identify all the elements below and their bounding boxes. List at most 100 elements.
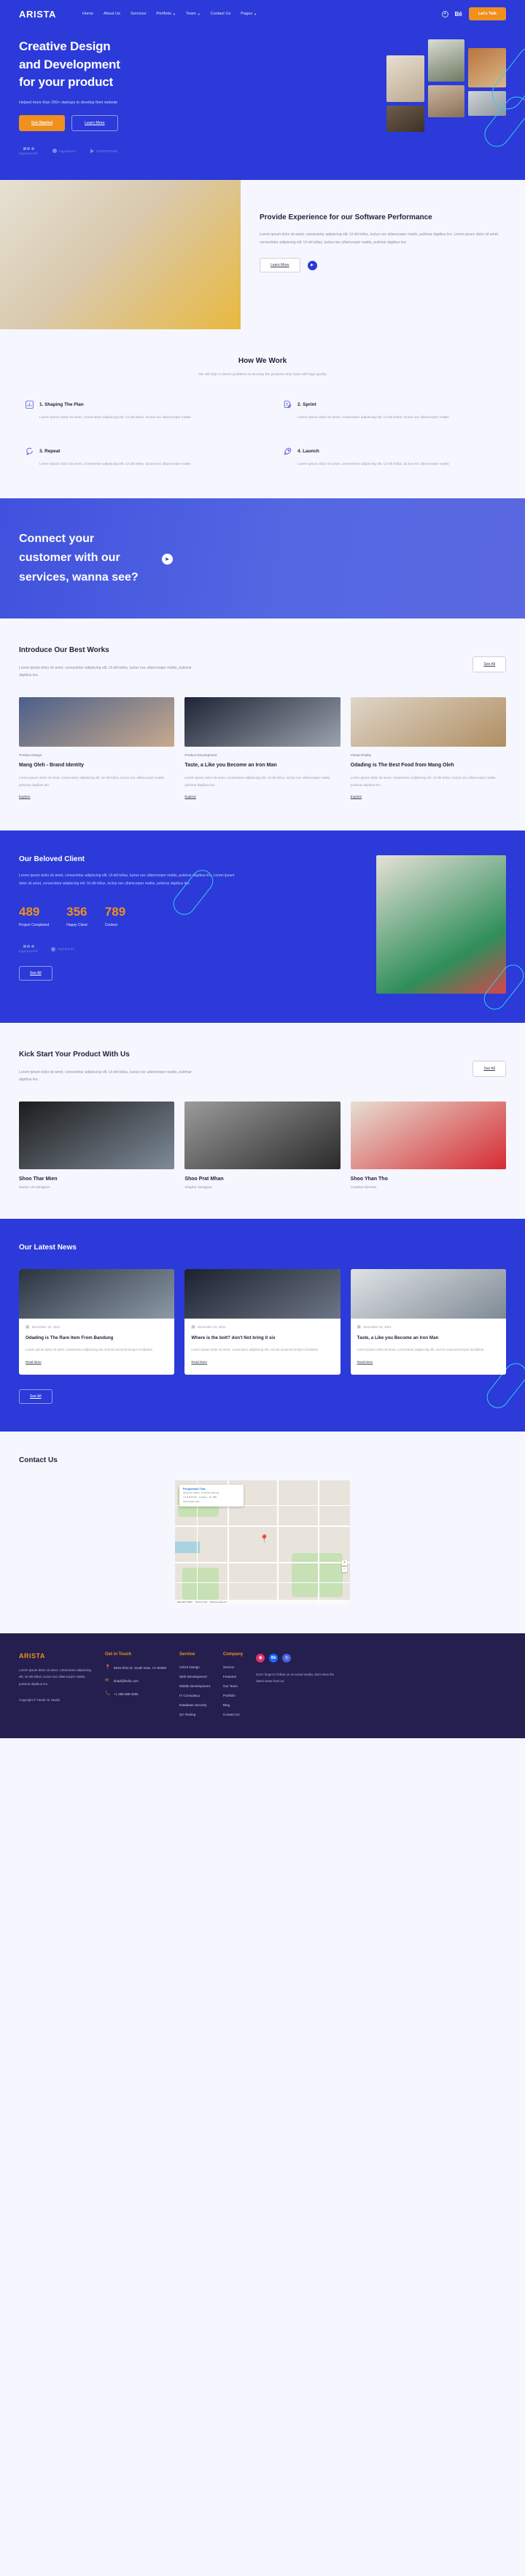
map-footer-item[interactable]: Report a map error <box>210 1601 228 1603</box>
footer-link-service[interactable]: Service <box>223 1665 243 1669</box>
site-footer: ARISTA Lorem ipsum dolor sit amet, conse… <box>0 1633 525 1738</box>
work-card-explore-link[interactable]: Explore <box>19 795 31 798</box>
footer-link-web-development[interactable]: Web Development <box>179 1675 210 1678</box>
map-park <box>292 1552 343 1597</box>
calendar-icon: 🗓 <box>191 1324 195 1329</box>
dribbble-icon[interactable]: ◎ <box>282 1653 292 1662</box>
document-edit-icon <box>284 401 292 408</box>
connect-line-1: Connect your <box>19 532 95 545</box>
map-info-card[interactable]: Pengkursahl Thac Tanah Air Studio, Jl. K… <box>179 1484 244 1507</box>
get-started-button[interactable]: Get Started <box>19 114 66 131</box>
footer-link-qa-testing[interactable]: QA Testing <box>179 1713 210 1716</box>
footer-logo[interactable]: ARISTA <box>19 1652 92 1660</box>
client-title: Our Beloved Client <box>19 855 85 864</box>
news-card[interactable]: 🗓 December 18, 2021 Taste, a Like you Bec… <box>350 1268 506 1375</box>
calendar-icon: 🗓 <box>357 1324 362 1329</box>
footer-company-column: Company Service Features Our Team Portfo… <box>223 1652 243 1716</box>
partner-logo-label: logoipsum® <box>19 151 39 155</box>
contact-map[interactable]: Pengkursahl Thac Tanah Air Studio, Jl. K… <box>175 1480 350 1604</box>
team-member-card[interactable]: Shoo Prat Mhan Graphic Designer <box>184 1101 341 1190</box>
partner-logo-label: logoipsum® <box>19 949 39 954</box>
nav-item-team[interactable]: Team ▼ <box>186 12 201 16</box>
play-icon[interactable]: ▶ <box>307 260 317 270</box>
footer-link-portfolio[interactable]: Portfolio <box>223 1694 243 1697</box>
lets-talk-button[interactable]: Let's Talk <box>468 7 506 20</box>
instagram-icon[interactable]: ◉ <box>256 1653 265 1662</box>
stat-project-completed: 489 Project Completed <box>19 905 49 927</box>
news-read-more-link[interactable]: Read More <box>26 1360 42 1364</box>
hero-title-line-2: and Development <box>19 57 120 71</box>
step-header: 1. Shaping The Plan <box>25 400 248 409</box>
best-works-title: Introduce Our Best Works <box>19 646 109 655</box>
hero-copy: Creative Design and Development for your… <box>19 26 238 155</box>
map-view-larger-link[interactable]: View larger map <box>183 1500 240 1504</box>
footer-link-contact-us[interactable]: Contact Us <box>223 1713 243 1716</box>
footer-link-ui-ux-design[interactable]: UI/UX Design <box>179 1665 210 1669</box>
footer-about-text: Lorem ipsum dolor sit amet, consectetur … <box>19 1668 91 1686</box>
map-zoom-in-button[interactable]: + <box>342 1560 347 1566</box>
team-member-role: Graphic Designer <box>184 1185 212 1190</box>
nav-item-services[interactable]: Services <box>131 12 146 16</box>
news-read-more-link[interactable]: Read More <box>191 1360 207 1364</box>
partner-logo-2: logoipsum <box>51 946 74 951</box>
logo-stack-icon <box>51 946 56 951</box>
news-card-body: 🗓 December 18, 2021 Where is the bolt? do… <box>184 1319 340 1375</box>
nav-item-pages[interactable]: Pages ▼ <box>241 12 257 16</box>
footer-phone[interactable]: 📞 +1 386-688-3295 <box>105 1692 166 1697</box>
work-card[interactable]: Product Design Mang Oleh - Brand Identit… <box>19 696 175 802</box>
map-zoom-out-button[interactable]: − <box>342 1566 347 1572</box>
nav-item-home[interactable]: Home <box>82 12 93 16</box>
news-read-more-link[interactable]: Read More <box>357 1360 373 1364</box>
phone-icon: 📞 <box>105 1692 111 1697</box>
hero-buttons: Get Started Learn More <box>19 114 238 131</box>
dribbble-icon[interactable]: ✳ <box>441 10 448 17</box>
nav-label: About Us <box>103 12 120 16</box>
work-card[interactable]: Virtual Reality Odading is The Best Food… <box>350 696 506 802</box>
footer-link-features[interactable]: Features <box>223 1675 243 1678</box>
step-desc: Lorem ipsum dolor sit amet, consectetur … <box>298 463 449 467</box>
news-see-all-button[interactable]: See All <box>19 1389 52 1404</box>
nav-item-about-us[interactable]: About Us <box>104 12 120 16</box>
footer-link-it-consultacy[interactable]: IT Consultacy <box>179 1694 210 1697</box>
footer-social-icons: ◉ Bē ◎ <box>256 1653 336 1662</box>
nav-label: Team <box>185 12 196 16</box>
hero-photo-desk <box>386 55 424 102</box>
footer-link-mobile-development[interactable]: Mobile Development <box>179 1684 210 1688</box>
map-footer-item[interactable]: Terms of Use <box>195 1601 207 1603</box>
work-card-title: Odading is The Best Food from Mang Oleh <box>350 762 454 768</box>
team-member-card[interactable]: Shoo Thar Mien Senior UX Designer <box>19 1101 175 1190</box>
client-partner-logos: logoipsum® logoipsum <box>19 945 238 953</box>
hero-body: Creative Design and Development for your… <box>0 26 525 155</box>
client-see-all-button[interactable]: See All <box>19 966 52 981</box>
team-see-all-button[interactable]: See All <box>472 1061 506 1077</box>
footer-link-database-security[interactable]: Database Security <box>179 1703 210 1707</box>
footer-email[interactable]: ✉ khadi@hello.com <box>105 1678 166 1684</box>
footer-link-our-team[interactable]: Our Team <box>223 1684 243 1688</box>
best-works-see-all-button[interactable]: See All <box>472 656 506 673</box>
site-logo[interactable]: ARISTA <box>19 9 56 20</box>
behance-icon[interactable]: Bē <box>269 1653 279 1662</box>
team-member-card[interactable]: Shoo Yhan Tho Creative Director <box>350 1101 506 1190</box>
chevron-down-icon: ▼ <box>254 12 257 16</box>
map-card-address: Tanah Air Studio, Jl. Kebon Kawung <box>183 1491 219 1495</box>
experience-learn-more-button[interactable]: Learn More <box>260 258 300 273</box>
nav-label: Services <box>130 12 147 16</box>
work-card[interactable]: Product Development Taste, a Like you Be… <box>184 696 341 802</box>
nav-item-portfolio[interactable]: Portfolio ▼ <box>156 12 176 16</box>
work-card-explore-link[interactable]: Explore <box>351 795 362 798</box>
footer-link-blog[interactable]: Blog <box>223 1703 243 1707</box>
news-card[interactable]: 🗓 December 18, 2021 Odading is The Rare I… <box>19 1268 175 1375</box>
news-card[interactable]: 🗓 December 18, 2021 Where is the bolt? do… <box>184 1268 341 1375</box>
best-works-headings: Introduce Our Best Works Lorem ipsum dol… <box>19 645 472 680</box>
learn-more-button[interactable]: Learn More <box>71 114 118 131</box>
experience-title: Provide Experience for our Software Perf… <box>260 213 432 221</box>
nav-item-contact-us[interactable]: Contact Us <box>211 12 231 16</box>
nav-label: Portfolio <box>156 12 171 16</box>
news-card-image <box>19 1268 175 1319</box>
team-member-role: Senior UX Designer <box>19 1185 50 1190</box>
partner-logo-label: logoipsum <box>59 149 76 153</box>
work-card-desc: Lorem ipsum dolor sit amet, consectetur … <box>19 776 166 787</box>
play-icon[interactable]: ▶ <box>162 554 173 565</box>
work-card-explore-link[interactable]: Explore <box>184 795 196 798</box>
behance-icon[interactable]: Bē <box>455 11 462 17</box>
